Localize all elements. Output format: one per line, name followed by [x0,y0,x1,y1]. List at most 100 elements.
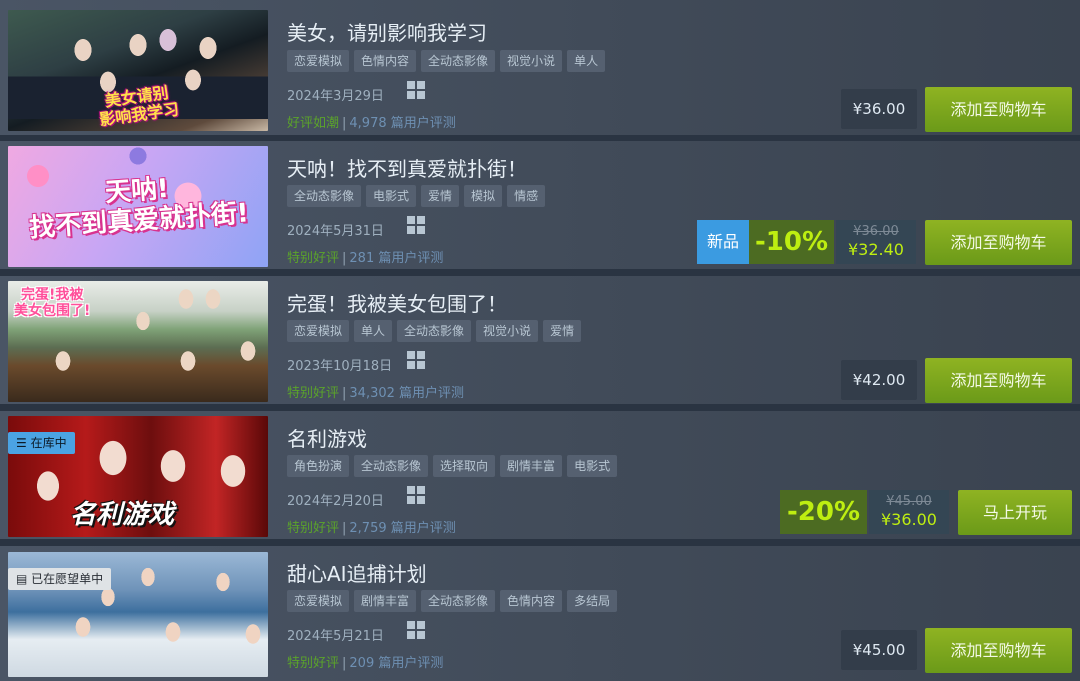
game-capsule-image[interactable]: 完蛋!我被 美女包围了! [8,281,268,402]
game-title[interactable]: 名利游戏 [287,423,367,452]
tag[interactable]: 剧情丰富 [354,590,417,612]
wishlist-badge: ▤ 已在愿望单中 [8,568,112,590]
add-to-cart-button[interactable]: 添加至购物车 [925,220,1072,265]
review-grade: 特别好评 [287,656,340,671]
final-price: ¥36.00 [881,510,937,529]
game-row[interactable]: 美女请别 影响我学习 美女，请别影响我学习 恋爱模拟 色情内容 全动态影像 视觉… [0,0,1080,135]
tag[interactable]: 全动态影像 [421,590,496,612]
tag-list: 恋爱模拟 色情内容 全动态影像 视觉小说 单人 [287,50,606,72]
wishlist-label: 已在愿望单中 [31,572,104,586]
game-capsule-image[interactable]: ▤ 已在愿望单中 [8,552,268,677]
game-title[interactable]: 美女，请别影响我学习 [287,17,487,46]
tag[interactable]: 情感 [507,185,546,207]
tag[interactable]: 全动态影像 [354,455,429,477]
library-list-icon: ☰ [16,436,27,450]
review-count: 34,302 篇用户评测 [349,386,465,401]
review-count: 281 篇用户评测 [349,251,444,266]
review-separator: | [342,251,347,266]
review-summary[interactable]: 特别好评 | 34,302 篇用户评测 [287,382,464,401]
review-count: 2,759 篇用户评测 [349,521,456,536]
windows-icon [407,216,425,234]
price: ¥45.00 [841,630,917,670]
tag[interactable]: 全动态影像 [287,185,362,207]
review-summary[interactable]: 好评如潮 | 4,978 篇用户评测 [287,112,456,131]
wishlist-doc-icon: ▤ [16,572,28,586]
windows-icon [407,486,425,504]
game-capsule-image[interactable]: 美女请别 影响我学习 [8,10,268,131]
tag[interactable]: 爱情 [543,320,582,342]
tag[interactable]: 电影式 [567,455,618,477]
discount-percent: -20% [780,490,867,534]
tag[interactable]: 电影式 [366,185,417,207]
tag[interactable]: 色情内容 [500,590,563,612]
review-separator: | [342,521,347,536]
tag[interactable]: 选择取向 [433,455,496,477]
review-separator: | [342,656,347,671]
discount-prices: ¥45.00 ¥36.00 [869,490,949,534]
release-date: 2024年5月21日 [287,629,384,644]
game-row[interactable]: ▤ 已在愿望单中 甜心AI追捕计划 恋爱模拟 剧情丰富 全动态影像 色情内容 多… [0,546,1080,681]
price: ¥36.00 [841,89,917,129]
tag[interactable]: 恋爱模拟 [287,50,350,72]
review-summary[interactable]: 特别好评 | 209 篇用户评测 [287,652,443,671]
capsule-title-art: 完蛋!我被 美女包围了! [14,287,91,319]
price: ¥42.00 [841,360,917,400]
release-date: 2023年10月18日 [287,359,393,374]
play-now-button[interactable]: 马上开玩 [958,490,1072,535]
tag-list: 恋爱模拟 剧情丰富 全动态影像 色情内容 多结局 [287,590,618,612]
tag[interactable]: 多结局 [567,590,618,612]
tag[interactable]: 全动态影像 [397,320,472,342]
review-grade: 特别好评 [287,386,340,401]
original-price: ¥36.00 [853,224,899,239]
tag[interactable]: 单人 [567,50,606,72]
review-separator: | [342,116,347,131]
review-count: 209 篇用户评测 [349,656,444,671]
game-capsule-image[interactable]: 名利游戏 ☰ 在库中 [8,416,268,537]
review-grade: 好评如潮 [287,116,340,131]
review-grade: 特别好评 [287,521,340,536]
add-to-cart-button[interactable]: 添加至购物车 [925,87,1072,132]
tag[interactable]: 恋爱模拟 [287,320,350,342]
game-row[interactable]: 名利游戏 ☰ 在库中 名利游戏 角色扮演 全动态影像 选择取向 剧情丰富 电影式… [0,411,1080,539]
release-date: 2024年2月20日 [287,494,384,509]
add-to-cart-button[interactable]: 添加至购物车 [925,358,1072,403]
game-capsule-image[interactable]: 天呐! 找不到真爱就扑街! [8,146,268,267]
windows-icon [407,81,425,99]
tag-list: 角色扮演 全动态影像 选择取向 剧情丰富 电影式 [287,455,618,477]
tag[interactable]: 恋爱模拟 [287,590,350,612]
tag[interactable]: 爱情 [421,185,460,207]
tag[interactable]: 色情内容 [354,50,417,72]
in-library-badge: ☰ 在库中 [8,432,75,454]
review-grade: 特别好评 [287,251,340,266]
game-title[interactable]: 天呐！找不到真爱就扑街！ [287,153,527,182]
discount-prices: ¥36.00 ¥32.40 [836,220,916,264]
tag-list: 全动态影像 电影式 爱情 模拟 情感 [287,185,546,207]
game-row[interactable]: 完蛋!我被 美女包围了! 完蛋！我被美女包围了！ 恋爱模拟 单人 全动态影像 视… [0,276,1080,404]
tag[interactable]: 视觉小说 [500,50,563,72]
add-to-cart-button[interactable]: 添加至购物车 [925,628,1072,673]
review-separator: | [342,386,347,401]
release-date: 2024年5月31日 [287,224,384,239]
tag[interactable]: 剧情丰富 [500,455,563,477]
in-library-label: 在库中 [30,436,67,450]
capsule-title-art: 名利游戏 [70,500,175,530]
new-badge: 新品 [697,220,749,264]
review-summary[interactable]: 特别好评 | 2,759 篇用户评测 [287,517,456,536]
search-results-list: 美女请别 影响我学习 美女，请别影响我学习 恋爱模拟 色情内容 全动态影像 视觉… [0,0,1080,681]
windows-icon [407,621,425,639]
review-summary[interactable]: 特别好评 | 281 篇用户评测 [287,247,443,266]
game-title[interactable]: 甜心AI追捕计划 [287,558,427,587]
tag-list: 恋爱模拟 单人 全动态影像 视觉小说 爱情 [287,320,582,342]
discount-percent: -10% [749,220,834,264]
tag[interactable]: 全动态影像 [421,50,496,72]
tag[interactable]: 视觉小说 [476,320,539,342]
release-date: 2024年3月29日 [287,89,384,104]
final-price: ¥32.40 [848,240,904,259]
tag[interactable]: 单人 [354,320,393,342]
windows-icon [407,351,425,369]
game-row[interactable]: 天呐! 找不到真爱就扑街! 天呐！找不到真爱就扑街！ 全动态影像 电影式 爱情 … [0,141,1080,269]
tag[interactable]: 模拟 [464,185,503,207]
tag[interactable]: 角色扮演 [287,455,350,477]
game-title[interactable]: 完蛋！我被美女包围了！ [287,288,507,317]
review-count: 4,978 篇用户评测 [349,116,456,131]
